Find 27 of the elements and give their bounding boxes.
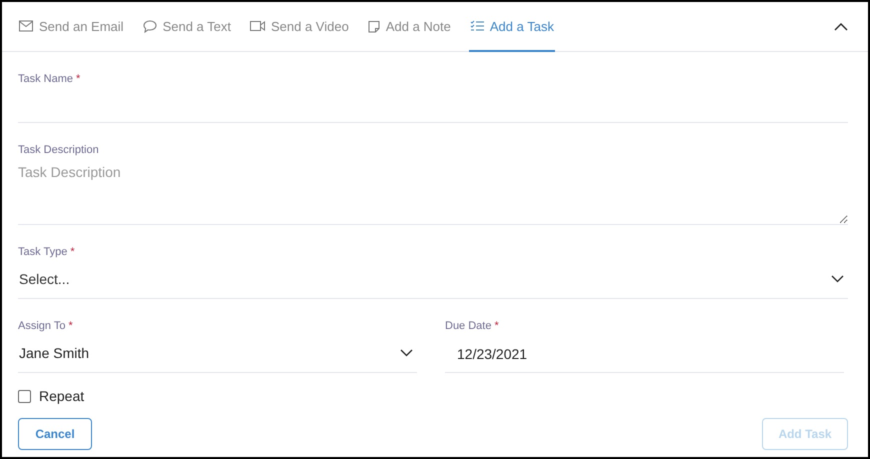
required-mark: * [68,320,73,332]
action-button[interactable]: Cancel [18,418,92,450]
note-icon [368,20,380,32]
checklist-icon [470,20,484,32]
required-mark: * [76,73,80,85]
required-mark: * [494,320,499,332]
tab[interactable]: Add a Task [468,2,555,52]
chevron-down-icon [831,275,844,283]
tab[interactable]: Send a Video [248,2,350,52]
tab[interactable]: Add a Note [366,2,452,52]
envelope-icon [19,20,33,32]
tab[interactable]: Send an Email [18,2,125,52]
field-label: Assign To [18,320,66,332]
dropdown[interactable]: Jane Smith [18,334,417,372]
tab[interactable]: Send a Text [142,2,232,52]
field-label: Task Type [18,246,68,258]
checkbox-label: Repeat [39,388,84,404]
chevron-down-icon [400,349,413,357]
checkbox[interactable] [18,390,31,402]
required-mark: * [70,246,75,258]
video-camera-icon [250,20,265,32]
dropdown[interactable]: Select... [18,260,848,298]
field-label: Due Date [445,320,492,332]
chevron-up-icon [834,22,848,30]
field-label: Task Description [18,144,99,156]
field-label: Task Name [18,73,74,85]
speech-bubble-icon [142,20,157,32]
